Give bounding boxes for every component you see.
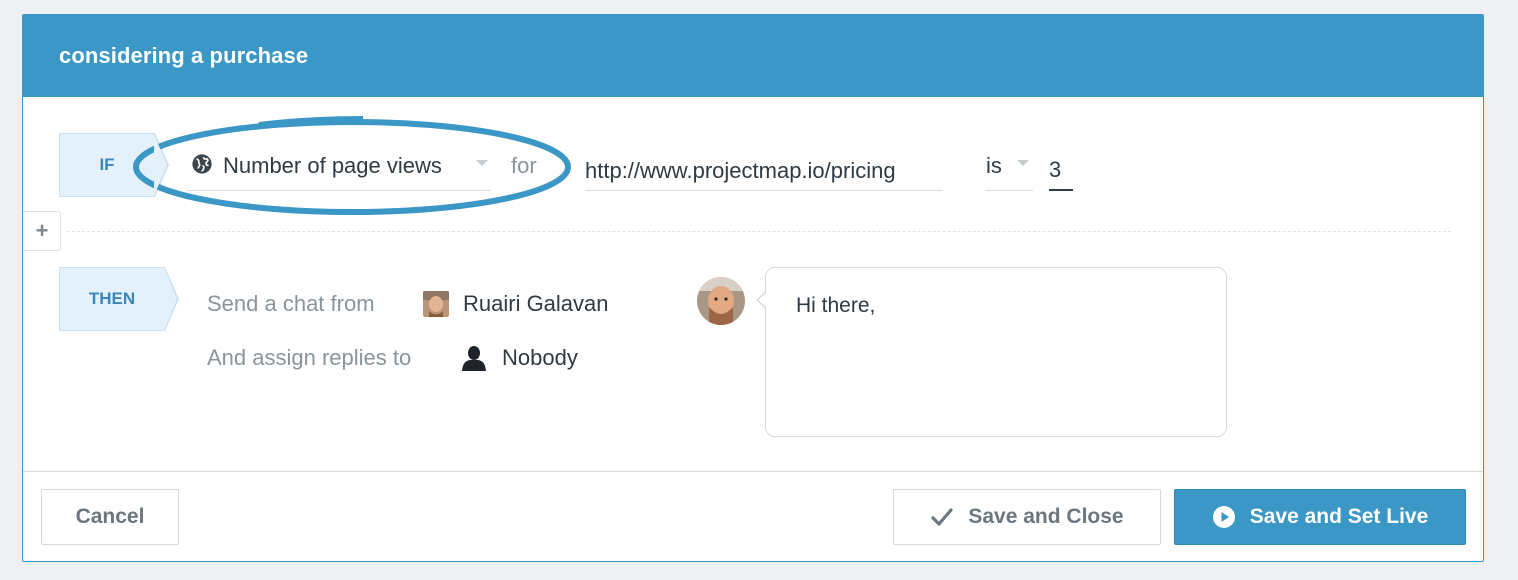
rule-editor-card: considering a purchase IF Number of page… [22,14,1484,562]
if-tag: IF [59,133,169,197]
chevron-down-icon[interactable] [1017,160,1029,166]
message-input[interactable]: Hi there, [765,267,1227,437]
save-and-close-button[interactable]: Save and Close [893,489,1161,545]
sender-avatar [423,291,449,317]
for-label: for [511,153,537,178]
bubble-tail-fill [758,292,767,308]
plus-icon: + [35,218,49,243]
value-input[interactable] [1049,147,1073,191]
checkmark-icon [931,508,953,526]
save-and-set-live-button[interactable]: Save and Set Live [1174,489,1466,545]
url-input[interactable] [585,147,943,191]
globe-icon [192,154,212,174]
send-chat-label: Send a chat from [207,291,375,316]
assign-replies-label: And assign replies to [207,345,412,370]
metric-label[interactable]: Number of page views [223,153,442,179]
add-condition-button[interactable]: + [23,211,61,251]
sender-name[interactable]: Ruairi Galavan [463,291,609,317]
section-divider [67,231,1451,232]
footer-divider [23,471,1483,472]
rule-header: considering a purchase [23,15,1483,97]
if-tag-label: IF [99,155,115,174]
cancel-button[interactable]: Cancel [41,489,179,545]
play-icon [1212,506,1235,528]
then-tag: THEN [59,267,179,331]
save-and-close-label: Save and Close [968,505,1124,528]
cancel-button-label: Cancel [75,505,145,528]
sender-bubble-avatar [697,277,745,325]
person-icon [462,346,486,371]
then-tag-label: THEN [88,289,136,308]
assignee-name[interactable]: Nobody [502,345,578,371]
save-and-set-live-label: Save and Set Live [1249,505,1429,528]
rule-title: considering a purchase [59,43,309,68]
operator-label[interactable]: is [986,153,1002,179]
chevron-down-icon[interactable] [476,160,488,166]
